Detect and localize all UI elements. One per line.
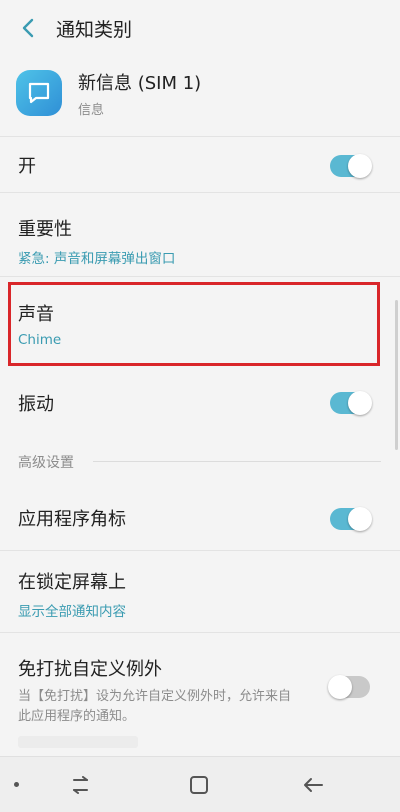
advanced-section-header: 高级设置 <box>18 455 74 471</box>
partial-row-placeholder <box>18 736 138 748</box>
vibration-switch[interactable] <box>330 391 372 415</box>
app-name: 新信息 (SIM 1) <box>78 72 202 94</box>
section-divider <box>93 461 381 462</box>
system-nav-bar <box>0 756 400 812</box>
top-app-bar: 通知类别 <box>0 0 400 56</box>
message-bubble-icon <box>16 70 62 116</box>
nav-dot-indicator <box>14 782 19 787</box>
importance-value: 紧急: 声音和屏幕弹出窗口 <box>18 251 176 267</box>
home-button[interactable] <box>184 770 214 800</box>
chevron-left-icon <box>22 18 34 38</box>
back-arrow-icon <box>304 778 323 792</box>
importance-row[interactable]: 重要性 紧急: 声音和屏幕弹出窗口 <box>0 215 400 267</box>
back-button[interactable] <box>6 6 50 50</box>
back-nav-button[interactable] <box>298 770 328 800</box>
dnd-exception-desc: 当【免打扰】设为允许自定义例外时，允许来自此应用程序的通知。 <box>18 689 292 724</box>
app-info-row: 新信息 (SIM 1) 信息 <box>0 58 400 128</box>
recents-icon <box>73 776 88 794</box>
divider <box>0 550 400 551</box>
divider <box>0 276 400 277</box>
on-switch[interactable] <box>330 154 372 178</box>
home-icon <box>190 776 208 794</box>
dnd-exception-switch[interactable] <box>328 675 370 699</box>
lock-screen-value: 显示全部通知内容 <box>18 604 126 620</box>
divider <box>0 632 400 633</box>
switch-knob <box>348 154 372 178</box>
divider <box>0 136 400 137</box>
recents-button[interactable] <box>65 770 95 800</box>
scrollbar[interactable] <box>395 300 398 450</box>
switch-knob <box>348 507 372 531</box>
switch-knob <box>348 391 372 415</box>
divider <box>0 192 400 193</box>
lock-screen-row[interactable]: 在锁定屏幕上 显示全部通知内容 <box>0 568 400 620</box>
importance-label: 重要性 <box>18 219 72 240</box>
highlight-box <box>8 282 380 366</box>
app-badge-switch[interactable] <box>330 507 372 531</box>
switch-knob <box>328 675 352 699</box>
app-subtitle: 信息 <box>78 102 105 118</box>
lock-screen-label: 在锁定屏幕上 <box>18 572 126 593</box>
page-title: 通知类别 <box>56 18 133 41</box>
